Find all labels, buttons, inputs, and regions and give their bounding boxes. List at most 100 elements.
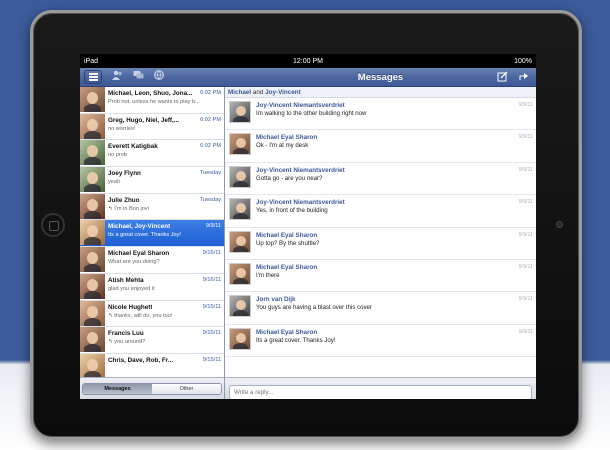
thread-list: Michael, Leon, Shuo, Jona... 6:02 PM Pro…	[80, 87, 225, 399]
thread-name: Chris, Dave, Rob, Fr...	[108, 356, 174, 364]
thread-date: 6:02 PM	[200, 90, 221, 96]
message-sender[interactable]: Michael Eyal Sharon	[256, 329, 317, 336]
avatar[interactable]	[229, 101, 251, 123]
segment-other[interactable]: Other	[152, 383, 221, 394]
message-sender[interactable]: Joy-Vincent Niemantsverdriet	[256, 199, 345, 206]
message-sender[interactable]: Michael Eyal Sharon	[256, 264, 317, 271]
globe-icon[interactable]	[153, 70, 165, 84]
avatar[interactable]	[229, 327, 251, 350]
message-sender[interactable]: Michael Eyal Sharon	[256, 134, 317, 141]
thread-name: Michael Eyal Sharon	[108, 250, 170, 258]
message: Michael Eyal Sharon 9/9/11 Up top? By th…	[225, 228, 536, 260]
thread-date: 9/15/11	[202, 330, 221, 337]
message-date: 9/9/11	[518, 263, 533, 270]
thread-name: Joey Flynn	[108, 170, 141, 178]
status-time: 12:00 PM	[293, 57, 323, 65]
content-area: Michael, Leon, Shuo, Jona... 6:02 PM Pro…	[80, 87, 536, 399]
avatar	[80, 113, 105, 139]
thread-name: Francis Luu	[108, 330, 144, 338]
header-and: and	[252, 89, 264, 96]
thread-date: 9/9/11	[205, 223, 221, 230]
thread-date: 9/15/11	[202, 303, 221, 310]
message: Jorn van Dijk 9/9/11 You guys are having…	[225, 292, 536, 325]
message-text: Gotta go - are you near?	[256, 174, 323, 182]
share-icon[interactable]	[518, 71, 530, 83]
screen: iPad 12:00 PM 100% Messages Michael, Leo…	[80, 54, 536, 399]
thread-name: Michael, Leon, Shuo, Jona...	[108, 90, 193, 97]
message-text: Up top? By the shuttle?	[256, 239, 320, 247]
reply-bar	[225, 377, 536, 399]
segmented-control: Messages Other	[82, 382, 222, 395]
thread-item[interactable]: Everett Katigbak 6:02 PM no prob	[80, 140, 224, 168]
thread-preview: no prob	[108, 152, 127, 159]
home-button[interactable]	[41, 213, 65, 237]
page-title: Messages	[357, 71, 404, 83]
thread-date: 6:02 PM	[200, 116, 221, 123]
avatar	[80, 87, 105, 112]
segment-messages[interactable]: Messages	[83, 383, 152, 394]
avatar[interactable]	[229, 262, 251, 285]
avatar	[80, 193, 105, 219]
camera-icon	[556, 221, 563, 228]
segment-bar: Messages Other	[80, 377, 224, 399]
avatar[interactable]	[229, 165, 251, 188]
avatar[interactable]	[229, 230, 251, 253]
participant-name[interactable]: Michael	[228, 89, 251, 96]
thread-name: Julie Zhuo	[108, 196, 140, 204]
message-date: 9/9/11	[518, 102, 533, 108]
avatar	[80, 140, 105, 166]
message: Joy-Vincent Niemantsverdriet 9/9/11 Gott…	[225, 163, 536, 196]
thread-item[interactable]: Michael Eyal Sharon 9/16/11 What are you…	[80, 247, 224, 274]
avatar[interactable]	[229, 133, 251, 156]
thread-date: 6:02 PM	[200, 143, 221, 150]
thread-preview: ↰ I'm in Bon jovi	[108, 205, 149, 212]
message-sender[interactable]: Joy-Vincent Niemantsverdriet	[256, 167, 345, 174]
message-text: Im walking to the other building right n…	[256, 110, 367, 117]
message: Michael Eyal Sharon 9/9/11 I'm there	[225, 260, 536, 293]
message-sender[interactable]: Jorn van Dijk	[256, 296, 296, 303]
messages-icon[interactable]	[132, 70, 144, 84]
thread-item[interactable]: Michael, Leon, Shuo, Jona... 6:02 PM Pro…	[80, 87, 224, 114]
thread-preview: Prob not, unless he wants to play b...	[108, 99, 200, 105]
message-date: 9/9/11	[518, 166, 533, 173]
message-date: 9/9/11	[518, 231, 533, 238]
thread-item[interactable]: Francis Luu 9/15/11 ↰ you around?	[80, 327, 224, 354]
avatar[interactable]	[229, 198, 251, 221]
thread-name: Michael, Joy-Vincent	[108, 223, 171, 231]
menu-button[interactable]	[84, 70, 102, 84]
thread-date: Tuesday	[199, 170, 221, 177]
thread-date: 9/16/11	[202, 276, 221, 283]
thread-item-selected[interactable]: Michael, Joy-Vincent 9/9/11 Its a great …	[80, 220, 224, 248]
avatar	[80, 300, 105, 326]
message-text: Ok - I'm at my desk	[256, 142, 309, 150]
nav-bar: Messages	[80, 68, 536, 87]
thread-item[interactable]: Joey Flynn Tuesday yeah	[80, 167, 224, 194]
thread-item[interactable]: Nicole Hughett 9/15/11 ↰ thanks, will do…	[80, 300, 224, 328]
thread-preview: yeah	[108, 179, 121, 186]
message: Joy-Vincent Niemantsverdriet 9/9/11 Im w…	[225, 98, 536, 131]
status-bar: iPad 12:00 PM 100%	[80, 54, 536, 68]
avatar	[80, 167, 105, 193]
message-text: Yes, in front of the building	[256, 207, 328, 215]
thread-item[interactable]: Greg, Hugo, Niel, Jeff,... 6:02 PM no wo…	[80, 113, 224, 141]
thread-preview: glad you enjoyed it	[108, 285, 155, 292]
message-date: 9/9/11	[518, 296, 533, 303]
message-sender[interactable]: Joy-Vincent Niemantsverdriet	[256, 102, 345, 109]
reply-input[interactable]	[229, 385, 532, 399]
thread-name: Greg, Hugo, Niel, Jeff,...	[108, 116, 180, 124]
message-date: 9/9/11	[518, 134, 533, 141]
thread-date: 9/15/11	[202, 356, 221, 363]
compose-icon[interactable]	[496, 71, 508, 83]
thread-item[interactable]: Julie Zhuo Tuesday ↰ I'm in Bon jovi	[80, 193, 224, 221]
friends-icon[interactable]	[111, 70, 123, 84]
avatar[interactable]	[229, 295, 251, 318]
participant-name[interactable]: Joy-Vincent	[265, 89, 301, 96]
message: Joy-Vincent Niemantsverdriet 9/9/11 Yes,…	[225, 195, 536, 228]
avatar	[80, 273, 105, 299]
message: Michael Eyal Sharon 9/9/11 Its a great c…	[225, 325, 536, 358]
thread-item[interactable]: Atish Mehta 9/16/11 glad you enjoyed it	[80, 273, 224, 301]
message-text: You guys are having a blast over this co…	[256, 304, 372, 312]
ipad-frame: iPad 12:00 PM 100% Messages Michael, Leo…	[30, 10, 582, 440]
message-text: Its a great cover. Thanks Joy!	[256, 336, 336, 344]
message-sender[interactable]: Michael Eyal Sharon	[256, 232, 317, 239]
